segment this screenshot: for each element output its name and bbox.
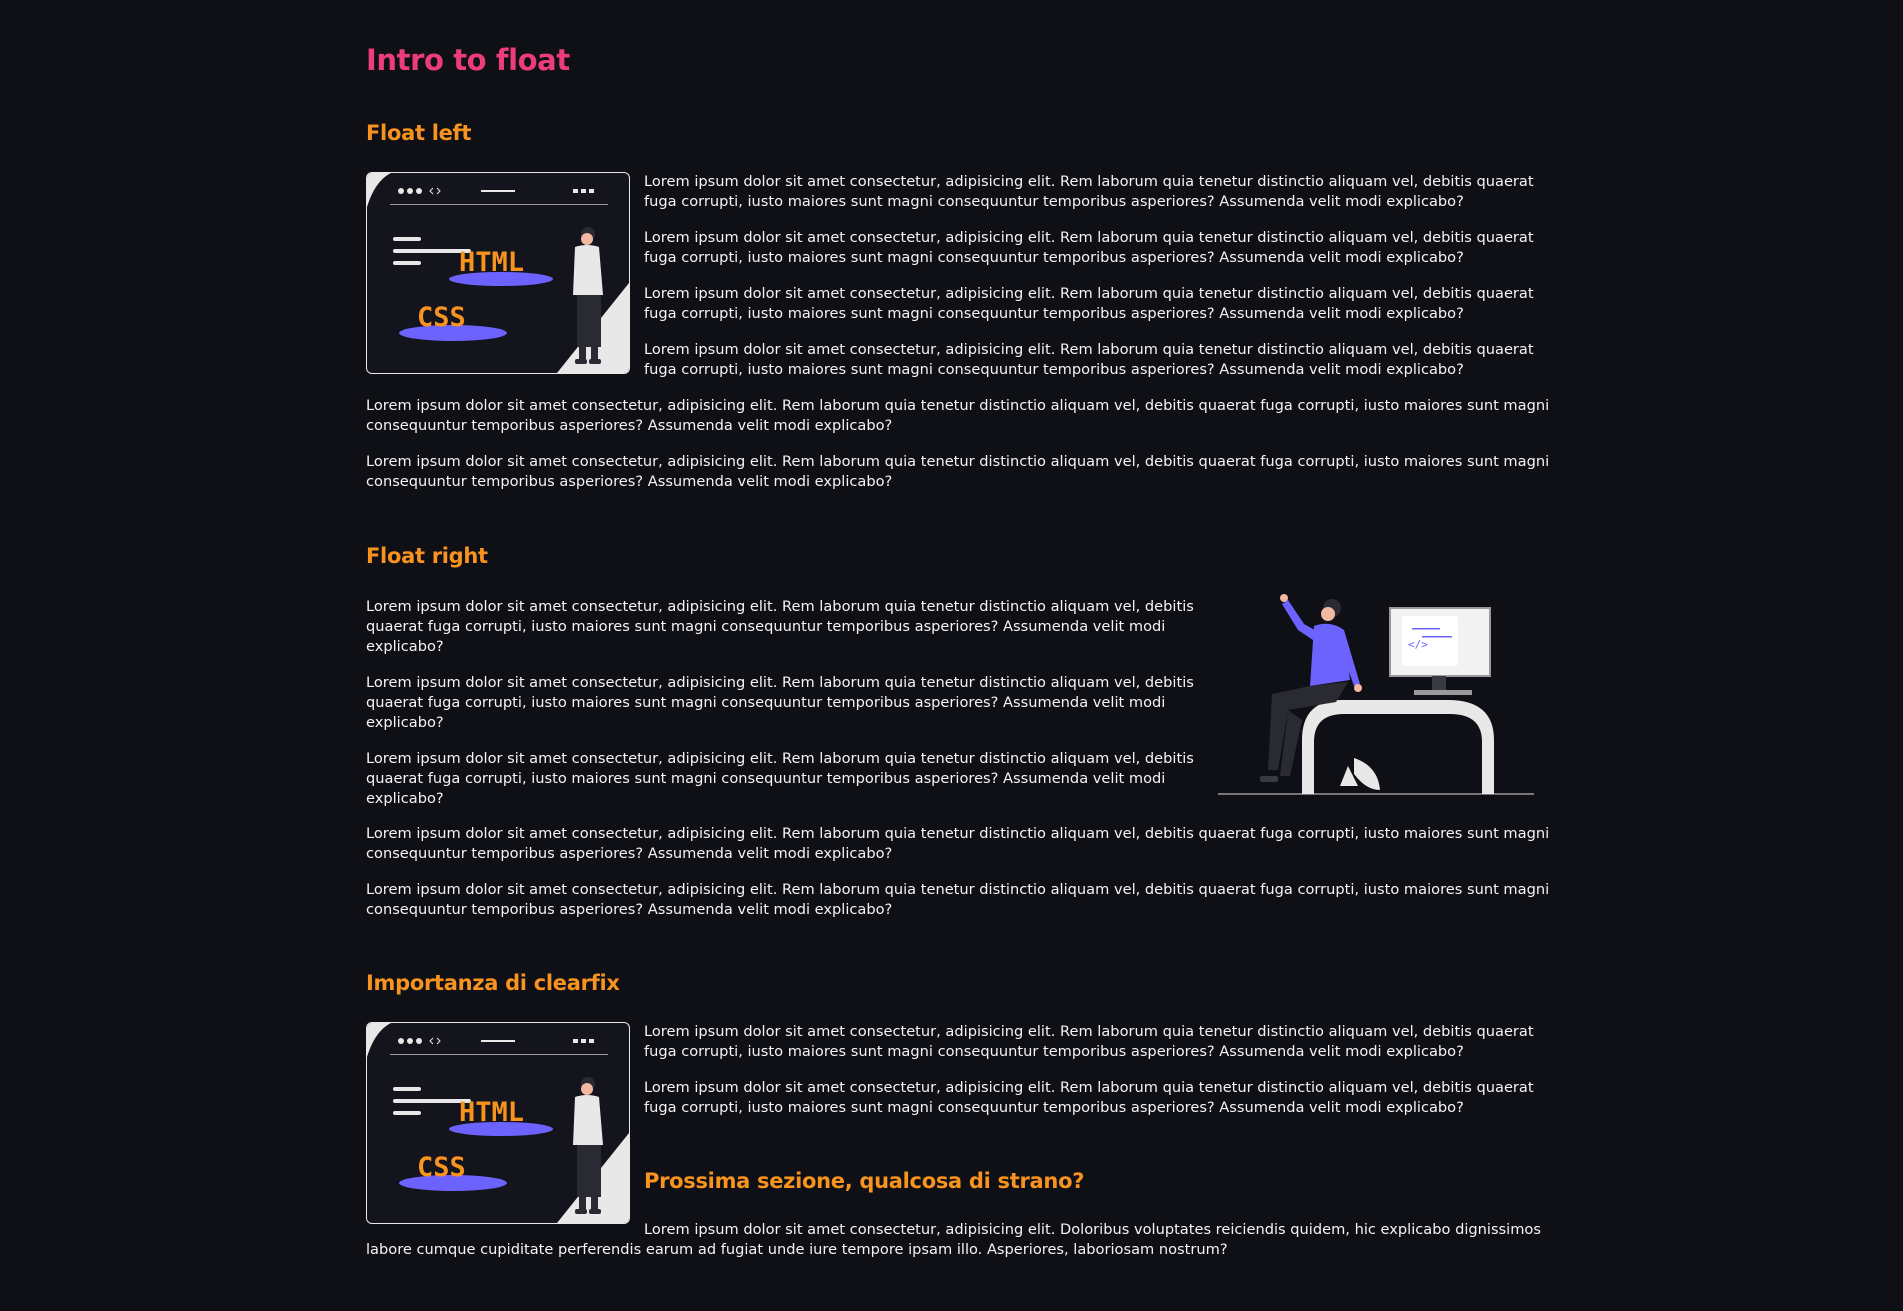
clearfix-paragraph-2: Lorem ipsum dolor sit amet consectetur, … xyxy=(644,1079,1534,1116)
next-section-heading: Prossima sezione, qualcosa di strano? xyxy=(644,1169,1085,1193)
float-right-paragraph-1: Lorem ipsum dolor sit amet consectetur, … xyxy=(366,598,1194,655)
clearfix-paragraph-1: Lorem ipsum dolor sit amet consectetur, … xyxy=(644,1023,1534,1060)
code-label: </> xyxy=(1408,638,1428,651)
section-heading-clearfix: Importanza di clearfix xyxy=(366,971,620,995)
float-left-paragraph-4: Lorem ipsum dolor sit amet consectetur, … xyxy=(644,341,1534,378)
html-label-2: HTML xyxy=(459,1097,524,1128)
html-css-illustration: HTML CSS xyxy=(366,172,630,374)
float-right-paragraph-2: Lorem ipsum dolor sit amet consectetur, … xyxy=(366,674,1194,731)
float-right-paragraph-3: Lorem ipsum dolor sit amet consectetur, … xyxy=(366,750,1194,807)
developer-at-desk-illustration: </> xyxy=(1218,594,1534,795)
css-label: CSS xyxy=(417,302,466,333)
html-label: HTML xyxy=(459,247,524,278)
float-right-paragraph-5: Lorem ipsum dolor sit amet consectetur, … xyxy=(366,881,1550,918)
css-label-2: CSS xyxy=(417,1152,466,1183)
html-css-illustration-2: HTML CSS xyxy=(366,1022,630,1224)
section-heading-float-right: Float right xyxy=(366,544,488,568)
float-left-paragraph-2: Lorem ipsum dolor sit amet consectetur, … xyxy=(644,229,1534,266)
float-left-paragraph-3: Lorem ipsum dolor sit amet consectetur, … xyxy=(644,285,1534,322)
float-left-paragraph-5: Lorem ipsum dolor sit amet consectetur, … xyxy=(366,397,1550,434)
float-right-paragraph-4: Lorem ipsum dolor sit amet consectetur, … xyxy=(366,825,1550,862)
next-section-paragraph: Lorem ipsum dolor sit amet consectetur, … xyxy=(366,1221,1541,1258)
page-title: Intro to float xyxy=(366,43,570,77)
float-left-paragraph-1: Lorem ipsum dolor sit amet consectetur, … xyxy=(644,173,1534,210)
section-heading-float-left: Float left xyxy=(366,121,472,145)
float-left-paragraph-6: Lorem ipsum dolor sit amet consectetur, … xyxy=(366,453,1550,490)
